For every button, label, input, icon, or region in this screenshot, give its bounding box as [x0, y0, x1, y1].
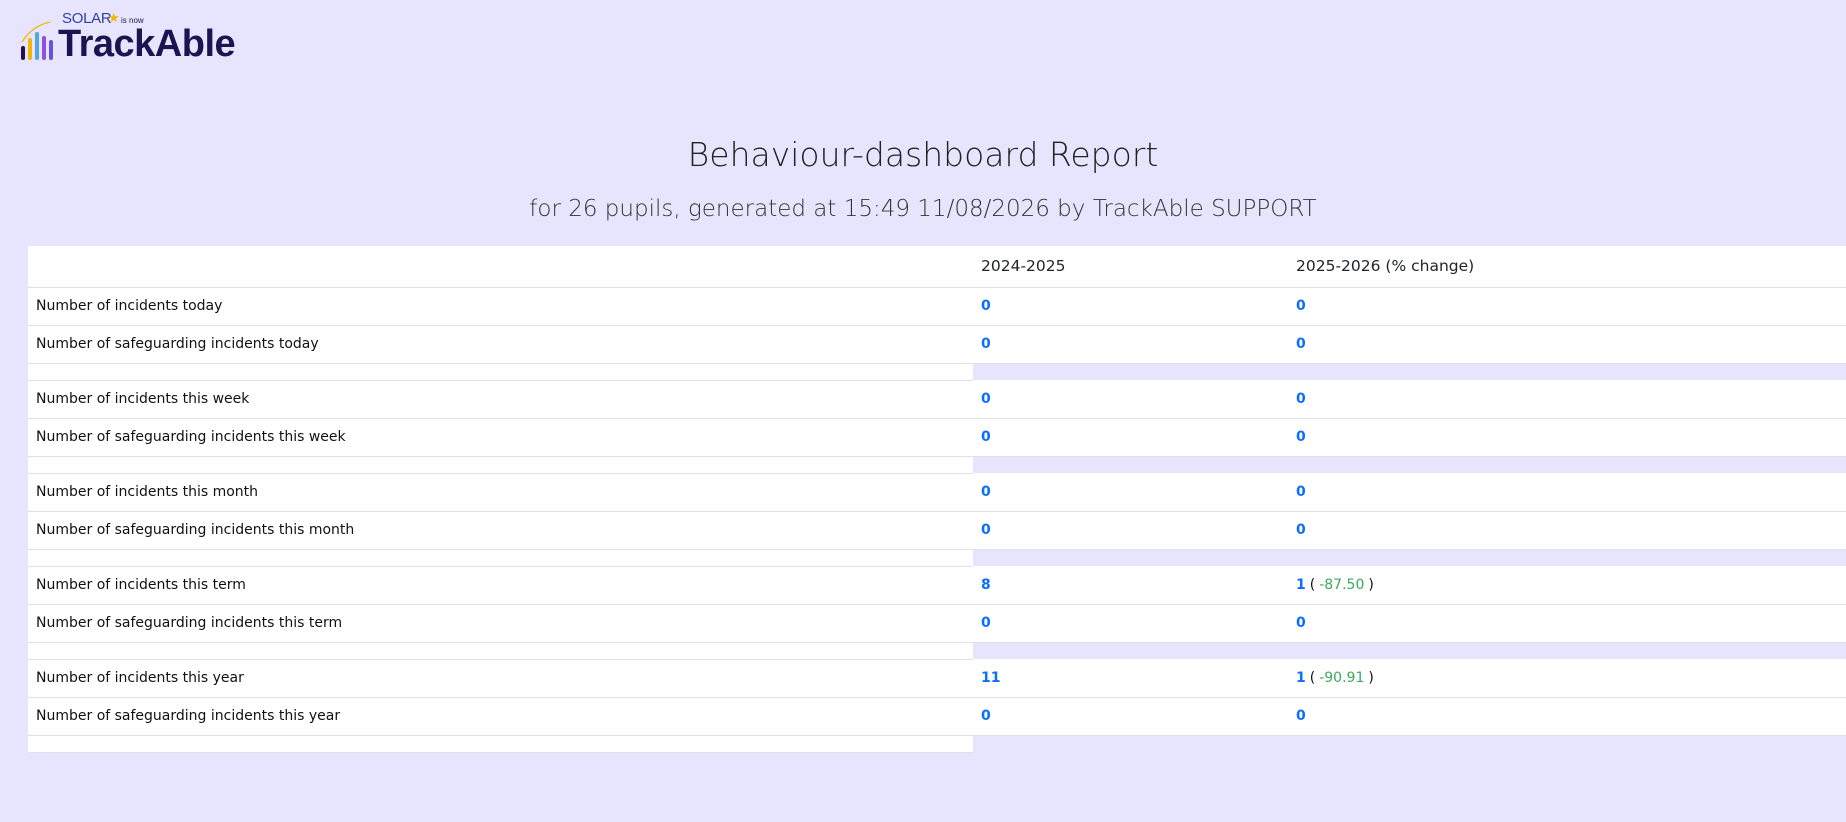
spacer-row: [28, 642, 1846, 660]
row-label: Number of safeguarding incidents this te…: [28, 604, 973, 643]
cell-2024-2025: 0: [973, 380, 1288, 419]
row-label: Number of incidents this term: [28, 566, 973, 605]
cell-2025-2026: 0: [1288, 380, 1846, 419]
cell-2024-2025: 0: [973, 604, 1288, 643]
change-paren-close: ): [1368, 669, 1374, 686]
value-link-2024-2025[interactable]: 0: [981, 615, 991, 631]
spacer-row: [28, 735, 1846, 753]
value-link-2025-2026[interactable]: 0: [1296, 708, 1306, 724]
spacer-fill-cell: [973, 456, 1846, 473]
row-label: Number of safeguarding incidents this mo…: [28, 511, 973, 550]
logo-brand-text: TrackAble: [58, 23, 236, 65]
value-link-2025-2026[interactable]: 0: [1296, 298, 1306, 314]
spacer-cell: [28, 735, 973, 753]
cell-2024-2025: 0: [973, 473, 1288, 512]
cell-2025-2026: 0: [1288, 287, 1846, 326]
row-label: Number of incidents today: [28, 287, 973, 326]
value-link-2024-2025[interactable]: 0: [981, 522, 991, 538]
spacer-row: [28, 456, 1846, 474]
cell-2024-2025: 0: [973, 287, 1288, 326]
spacer-cell: [28, 456, 973, 474]
table-row: Number of safeguarding incidents this mo…: [28, 511, 1846, 550]
table-row: Number of safeguarding incidents today 0 0: [28, 325, 1846, 364]
cell-2024-2025: 8: [973, 566, 1288, 605]
cell-2025-2026: 1(-87.50): [1288, 566, 1846, 605]
value-link-2024-2025[interactable]: 0: [981, 336, 991, 352]
header-year-2024-2025: 2024-2025: [973, 246, 1288, 288]
cell-2024-2025: 0: [973, 418, 1288, 457]
spacer-cell: [28, 642, 973, 660]
spacer-fill-cell: [973, 642, 1846, 659]
table-row: Number of incidents this week 0 0: [28, 380, 1846, 419]
value-link-2025-2026[interactable]: 1: [1296, 577, 1306, 593]
page-title: Behaviour-dashboard Report: [687, 135, 1159, 174]
row-label: Number of safeguarding incidents today: [28, 325, 973, 364]
spacer-fill-cell: [973, 735, 1846, 752]
trackable-logo[interactable]: SOLAR ★ is now TrackAble: [20, 10, 260, 65]
value-link-2025-2026[interactable]: 0: [1296, 336, 1306, 352]
table-row: Number of incidents today 0 0: [28, 287, 1846, 326]
cell-2025-2026: 0: [1288, 511, 1846, 550]
table-row: Number of incidents this year 11 1(-90.91): [28, 659, 1846, 698]
table-row: Number of safeguarding incidents this te…: [28, 604, 1846, 643]
value-link-2025-2026[interactable]: 0: [1296, 522, 1306, 538]
value-link-2024-2025[interactable]: 0: [981, 298, 991, 314]
row-label: Number of safeguarding incidents this we…: [28, 418, 973, 457]
cell-2024-2025: 0: [973, 325, 1288, 364]
header-year-2025-2026-change: 2025-2026 (% change): [1288, 246, 1846, 288]
value-link-2025-2026[interactable]: 1: [1296, 670, 1306, 686]
value-link-2025-2026[interactable]: 0: [1296, 391, 1306, 407]
behaviour-report-table: 2024-2025 2025-2026 (% change) Number of…: [28, 246, 1846, 753]
row-label: Number of safeguarding incidents this ye…: [28, 697, 973, 736]
spacer-row: [28, 363, 1846, 381]
row-label: Number of incidents this month: [28, 473, 973, 512]
cell-2025-2026: 0: [1288, 604, 1846, 643]
value-link-2024-2025[interactable]: 0: [981, 391, 991, 407]
value-link-2024-2025[interactable]: 0: [981, 484, 991, 500]
spacer-fill-cell: [973, 549, 1846, 566]
cell-2025-2026: 0: [1288, 697, 1846, 736]
header-label-column: [28, 246, 973, 288]
value-link-2024-2025[interactable]: 0: [981, 429, 991, 445]
change-paren-open: (: [1309, 669, 1316, 686]
cell-2025-2026: 0: [1288, 325, 1846, 364]
value-link-2025-2026[interactable]: 0: [1296, 615, 1306, 631]
cell-2024-2025: 11: [973, 659, 1288, 698]
value-link-2025-2026[interactable]: 0: [1296, 484, 1306, 500]
cell-2025-2026: 0: [1288, 473, 1846, 512]
table-row: Number of safeguarding incidents this ye…: [28, 697, 1846, 736]
cell-2025-2026: 1(-90.91): [1288, 659, 1846, 698]
cell-2024-2025: 0: [973, 697, 1288, 736]
change-paren-close: ): [1368, 576, 1374, 593]
percent-change: -90.91: [1319, 669, 1365, 686]
table-header-row: 2024-2025 2025-2026 (% change): [28, 246, 1846, 288]
logo-bars-icon: [21, 21, 53, 60]
report-subtitle: for 26 pupils, generated at 15:49 11/08/…: [529, 196, 1317, 222]
spacer-cell: [28, 549, 973, 567]
value-link-2024-2025[interactable]: 8: [981, 577, 991, 593]
value-link-2024-2025[interactable]: 0: [981, 708, 991, 724]
value-link-2024-2025[interactable]: 11: [981, 670, 1000, 686]
table-row: Number of incidents this month 0 0: [28, 473, 1846, 512]
row-label: Number of incidents this week: [28, 380, 973, 419]
change-paren-open: (: [1309, 576, 1316, 593]
cell-2025-2026: 0: [1288, 418, 1846, 457]
spacer-row: [28, 549, 1846, 567]
percent-change: -87.50: [1319, 576, 1365, 593]
spacer-fill-cell: [973, 363, 1846, 380]
table-row: Number of incidents this term 8 1(-87.50): [28, 566, 1846, 605]
table-row: Number of safeguarding incidents this we…: [28, 418, 1846, 457]
cell-2024-2025: 0: [973, 511, 1288, 550]
spacer-cell: [28, 363, 973, 381]
value-link-2025-2026[interactable]: 0: [1296, 429, 1306, 445]
row-label: Number of incidents this year: [28, 659, 973, 698]
